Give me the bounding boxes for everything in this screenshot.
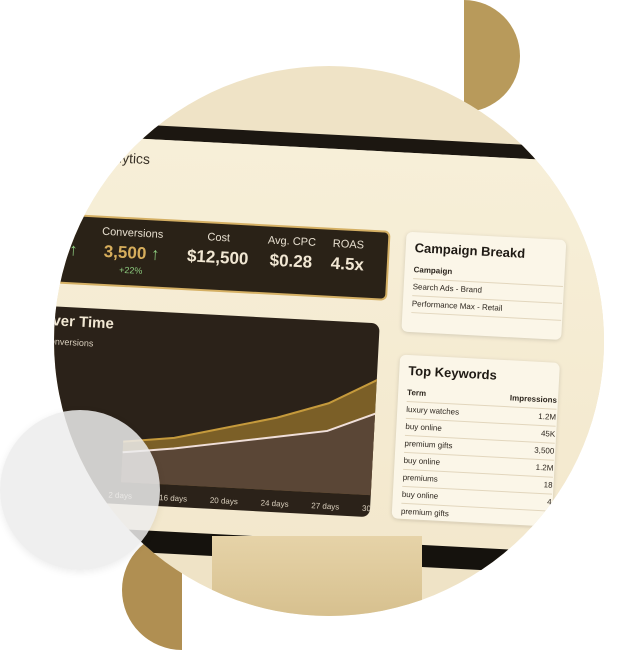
kpi-label: Cost: [207, 231, 231, 245]
panel-title: Top Keywords: [407, 362, 498, 383]
kpi-label: ROAS: [332, 237, 365, 252]
kpi-value: 45K ↑: [54, 238, 79, 260]
x-tick-label: 27 days: [311, 501, 339, 511]
kpi-delta: +22%: [118, 264, 143, 276]
kpi-value: $0.28: [269, 250, 313, 272]
x-tick-label: 20 days: [210, 496, 238, 506]
panel-title: Campaign Breakd: [414, 240, 526, 261]
kpi-roas: ROAS 4.5x: [330, 238, 365, 276]
monitor-stand: [212, 536, 422, 616]
x-tick-label: 30 days: [362, 504, 380, 514]
kpi-clicks: Clicks 45K ↑ +8%: [54, 222, 79, 272]
x-tick-label: 24 days: [260, 498, 288, 508]
kpi-value: $12,500: [186, 246, 249, 269]
campaign-breakdown-panel: Campaign Breakd Campaign Search Ads - Br…: [401, 231, 567, 340]
kpi-avg-cpc: Avg. CPC $0.28: [266, 234, 317, 272]
kpi-delta: +8%: [54, 260, 64, 272]
kpi-label: Avg. CPC: [267, 234, 317, 249]
top-keywords-panel: Top Keywords Term Impressions luxury watc…: [391, 354, 560, 529]
kpi-cost: Cost $12,500: [186, 230, 249, 269]
app-title: Analytics: [93, 148, 151, 168]
kpi-conversions: Conversions 3,500 ↑ +22%: [100, 226, 164, 277]
kpi-label: Conversions: [101, 225, 164, 241]
kpi-bar: Clicks 45K ↑ +8% Conversions 3,500 ↑ +22…: [54, 210, 391, 301]
keywords-table: Term Impressions luxury watches 1.2M buy o…: [400, 384, 558, 529]
frosted-glass-circle: [0, 410, 160, 570]
campaign-table: Campaign Search Ads - Brand Performance …: [411, 262, 564, 321]
kpi-value: 4.5x: [330, 253, 365, 275]
kpi-label: Clicks: [54, 222, 72, 237]
kpi-value: 3,500 ↑: [103, 241, 161, 264]
x-tick-label: 16 days: [159, 493, 187, 503]
